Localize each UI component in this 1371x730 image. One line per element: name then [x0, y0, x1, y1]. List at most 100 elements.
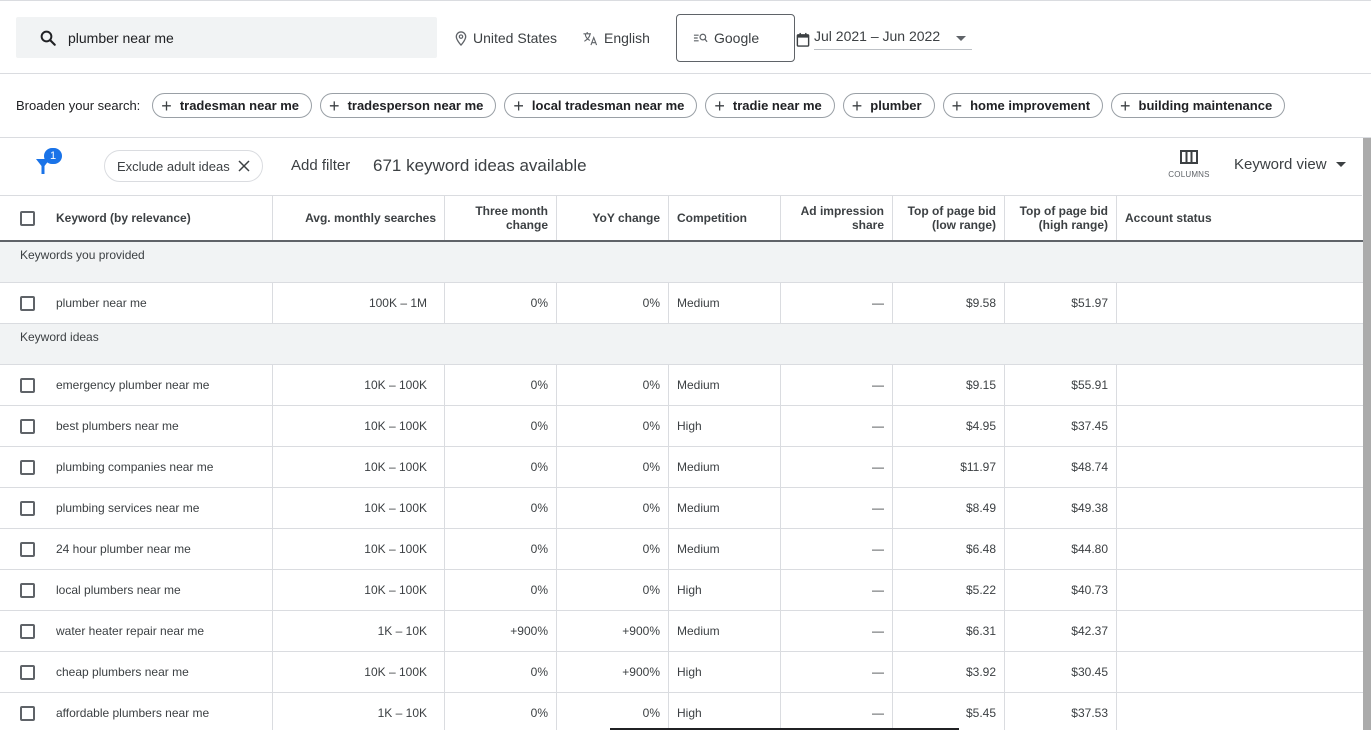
dropdown-arrow-icon: [1335, 162, 1346, 167]
keyword-search-input[interactable]: plumber near me: [16, 17, 437, 58]
plus-icon: +: [951, 95, 963, 116]
yoy-change-cell: +900%: [557, 652, 669, 692]
header-line: Three month: [475, 204, 548, 218]
date-range-selector[interactable]: Jul 2021 – Jun 2022: [796, 28, 972, 50]
table-row[interactable]: cheap plumbers near me 10K – 100K 0% +90…: [0, 652, 1363, 693]
competition-value: Medium: [677, 501, 720, 515]
yoy-change-value: +900%: [622, 624, 660, 638]
bid-high-value: $48.74: [1071, 460, 1108, 474]
table-row[interactable]: local plumbers near me 10K – 100K 0% 0% …: [0, 570, 1363, 611]
ad-impression-share-value: —: [872, 665, 884, 679]
ad-impression-share-cell: —: [781, 365, 893, 405]
row-checkbox[interactable]: [20, 705, 35, 721]
yoy-change-cell: 0%: [557, 693, 669, 730]
competition-cell: Medium: [669, 611, 781, 651]
row-checkbox[interactable]: [20, 459, 35, 475]
avg-searches-cell: 1K – 10K: [273, 611, 445, 651]
chip-label: tradesman near me: [179, 98, 300, 113]
competition-value: Medium: [677, 624, 720, 638]
three-month-change-value: 0%: [530, 583, 548, 597]
broaden-chip[interactable]: + home improvement: [942, 93, 1104, 118]
bid-low-cell: $6.48: [893, 529, 1005, 569]
date-range-field[interactable]: Jul 2021 – Jun 2022: [814, 28, 972, 50]
competition-cell: High: [669, 652, 781, 692]
keyword-cell: plumbing services near me: [0, 488, 273, 528]
row-checkbox[interactable]: [20, 623, 35, 639]
table-row[interactable]: plumbing services near me 10K – 100K 0% …: [0, 488, 1363, 529]
language-label: English: [604, 30, 650, 46]
row-checkbox[interactable]: [20, 500, 35, 516]
keyword-text: plumbing services near me: [56, 501, 200, 515]
broaden-chip[interactable]: + tradesman near me: [152, 93, 313, 118]
location-selector[interactable]: United States: [455, 28, 557, 48]
header-avg-searches[interactable]: Avg. monthly searches: [273, 196, 445, 240]
header-bid-low[interactable]: Top of page bid (low range): [893, 196, 1005, 240]
columns-icon: [1180, 150, 1198, 164]
row-checkbox[interactable]: [20, 295, 35, 311]
bid-high-value: $37.45: [1071, 419, 1108, 433]
three-month-change-cell: +900%: [445, 611, 557, 651]
row-checkbox[interactable]: [20, 664, 35, 680]
account-status-cell: [1117, 447, 1363, 487]
bid-low-cell: $9.58: [893, 283, 1005, 323]
keyword-text: affordable plumbers near me: [56, 706, 210, 720]
three-month-change-value: 0%: [530, 665, 548, 679]
header-three-month-change[interactable]: Three month change: [445, 196, 557, 240]
search-network-selector[interactable]: Google: [676, 14, 795, 62]
keyword-view-dropdown[interactable]: Keyword view: [1234, 156, 1346, 173]
columns-button[interactable]: COLUMNS: [1166, 150, 1212, 188]
broaden-chip[interactable]: + building maintenance: [1111, 93, 1286, 118]
ad-impression-share-value: —: [872, 583, 884, 597]
ad-impression-share-value: —: [872, 706, 884, 720]
keyword-count: 671 keyword ideas available: [373, 156, 587, 175]
table-row[interactable]: emergency plumber near me 10K – 100K 0% …: [0, 365, 1363, 406]
header-account-status[interactable]: Account status: [1117, 196, 1363, 240]
avg-searches-value: 100K – 1M: [368, 296, 427, 310]
row-checkbox[interactable]: [20, 377, 35, 393]
table-row[interactable]: plumber near me 100K – 1M 0% 0% Medium —…: [0, 283, 1363, 324]
three-month-change-value: 0%: [530, 296, 548, 310]
network-search-icon: [693, 33, 708, 43]
header-yoy-change[interactable]: YoY change: [557, 196, 669, 240]
exclude-adult-ideas-chip[interactable]: Exclude adult ideas: [104, 150, 263, 182]
add-filter-button[interactable]: Add filter: [291, 157, 350, 174]
header-keyword[interactable]: Keyword (by relevance): [0, 196, 273, 240]
translate-icon: [583, 31, 598, 45]
table-row[interactable]: 24 hour plumber near me 10K – 100K 0% 0%…: [0, 529, 1363, 570]
table-row[interactable]: affordable plumbers near me 1K – 10K 0% …: [0, 693, 1363, 730]
language-selector[interactable]: English: [582, 28, 650, 48]
header-competition[interactable]: Competition: [669, 196, 781, 240]
bid-high-value: $40.73: [1071, 583, 1108, 597]
row-checkbox[interactable]: [20, 582, 35, 598]
broaden-chip[interactable]: + tradie near me: [705, 93, 835, 118]
header-line: Ad impression: [800, 204, 884, 218]
bid-high-value: $44.80: [1071, 542, 1108, 556]
yoy-change-cell: 0%: [557, 283, 669, 323]
competition-cell: Medium: [669, 488, 781, 528]
competition-value: Medium: [677, 296, 720, 310]
ad-impression-share-value: —: [872, 378, 884, 392]
bid-high-value: $55.91: [1071, 378, 1108, 392]
three-month-change-cell: 0%: [445, 283, 557, 323]
bid-high-cell: $51.97: [1005, 283, 1117, 323]
header-bid-high[interactable]: Top of page bid (high range): [1005, 196, 1117, 240]
header-ad-impression-share[interactable]: Ad impression share: [781, 196, 893, 240]
chip-label: tradie near me: [732, 98, 822, 113]
table-row[interactable]: best plumbers near me 10K – 100K 0% 0% H…: [0, 406, 1363, 447]
account-status-cell: [1117, 652, 1363, 692]
broaden-chip[interactable]: + local tradesman near me: [504, 93, 698, 118]
broaden-chip[interactable]: + tradesperson near me: [320, 93, 497, 118]
row-checkbox[interactable]: [20, 418, 35, 434]
table-row[interactable]: water heater repair near me 1K – 10K +90…: [0, 611, 1363, 652]
three-month-change-cell: 0%: [445, 365, 557, 405]
keyword-text: local plumbers near me: [56, 583, 181, 597]
select-all-checkbox[interactable]: [20, 210, 35, 226]
broaden-chip[interactable]: + plumber: [842, 93, 935, 118]
three-month-change-cell: 0%: [445, 570, 557, 610]
close-icon[interactable]: [236, 158, 252, 177]
avg-searches-cell: 10K – 100K: [273, 570, 445, 610]
avg-searches-value: 10K – 100K: [364, 665, 427, 679]
row-checkbox[interactable]: [20, 541, 35, 557]
vertical-scrollbar[interactable]: [1363, 138, 1371, 730]
table-row[interactable]: plumbing companies near me 10K – 100K 0%…: [0, 447, 1363, 488]
